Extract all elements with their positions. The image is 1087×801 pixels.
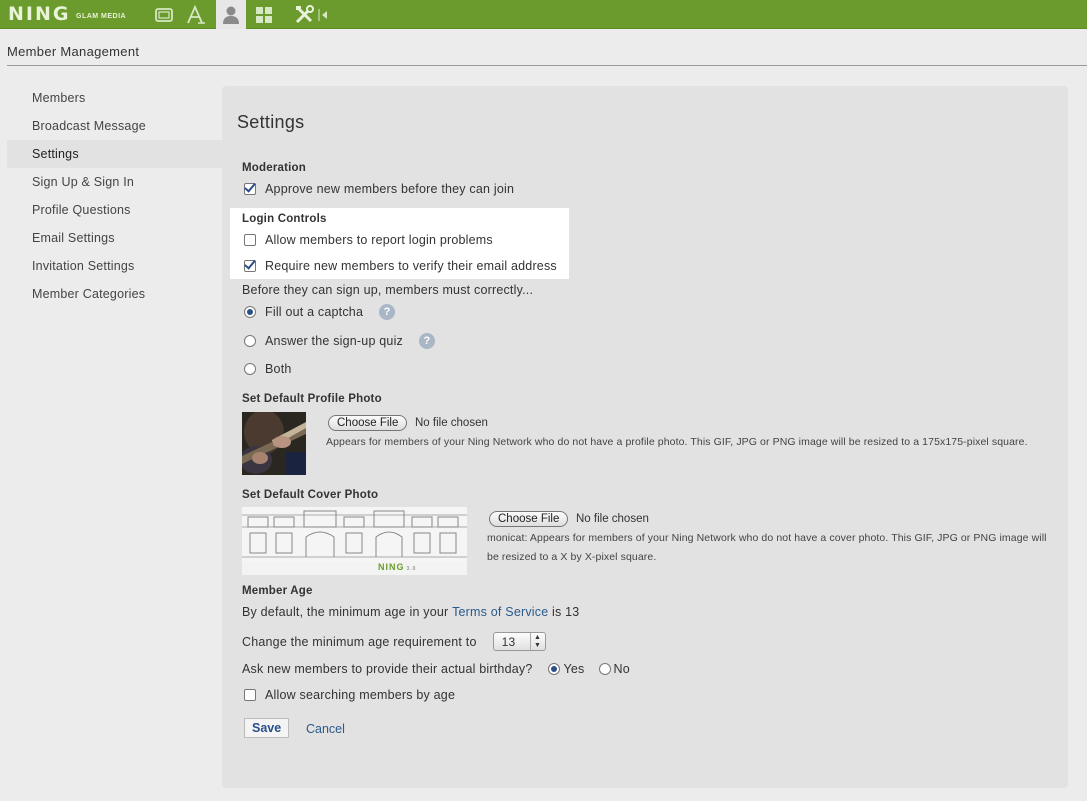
cover-photo-note-line1: monicat: Appears for members of your Nin… [487, 532, 1047, 544]
form-actions: Save [244, 718, 290, 738]
sidebar-item-broadcast-message[interactable]: Broadcast Message [7, 112, 222, 140]
cover-photo-label: Set Default Cover Photo [242, 489, 379, 501]
cover-photo-upload: Choose File No file chosen [489, 510, 649, 527]
collapse-icon[interactable] [316, 0, 330, 29]
profile-photo-note: Appears for members of your Ning Network… [326, 436, 1028, 448]
moderation-label: Moderation [242, 162, 306, 174]
member-age-label: Member Age [242, 585, 313, 597]
sidebar-item-sign-up-sign-in[interactable]: Sign Up & Sign In [7, 168, 222, 196]
profile-photo-label: Set Default Profile Photo [242, 393, 382, 405]
birthday-no-radio[interactable] [598, 663, 611, 675]
approve-members-row[interactable]: Approve new members before they can join [244, 182, 514, 196]
default-age-text: By default, the minimum age in your Term… [242, 605, 579, 619]
ning-watermark-version: 3.0 [406, 566, 417, 572]
settings-panel: Settings Moderation Approve new members … [222, 86, 1068, 788]
min-age-select[interactable]: 13 ▲ ▼ [492, 632, 546, 651]
select-arrows-icon: ▲ ▼ [529, 633, 545, 650]
terms-of-service-link[interactable]: Terms of Service [452, 605, 548, 619]
verify-email-checkbox[interactable] [244, 260, 256, 272]
sidebar-item-member-categories[interactable]: Member Categories [7, 280, 222, 308]
birthday-question: Ask new members to provide their actual … [242, 662, 533, 676]
ning-logo[interactable]: NING [8, 3, 70, 25]
sidebar-item-email-settings[interactable]: Email Settings [7, 224, 222, 252]
approve-members-label: Approve new members before they can join [265, 182, 515, 196]
verify-email-row[interactable]: Require new members to verify their emai… [244, 259, 557, 273]
approve-members-checkbox[interactable] [244, 183, 256, 195]
min-age-value: 13 [501, 634, 516, 649]
report-login-checkbox[interactable] [244, 234, 256, 246]
search-by-age-checkbox[interactable] [244, 689, 256, 701]
birthday-row: Ask new members to provide their actual … [242, 662, 630, 676]
verify-email-label: Require new members to verify their emai… [265, 259, 557, 273]
quiz-radio[interactable] [244, 335, 256, 347]
captcha-option-row[interactable]: Fill out a captcha ? [244, 304, 396, 320]
sidebar-item-members[interactable]: Members [7, 84, 222, 112]
cover-choose-file-button[interactable]: Choose File [489, 511, 569, 527]
captcha-label: Fill out a captcha [265, 305, 364, 319]
profile-photo-thumbnail [242, 412, 306, 475]
person-icon[interactable] [216, 0, 246, 29]
top-bar: NING GLAM MEDIA [0, 0, 1087, 29]
sidebar: Members Broadcast Message Settings Sign … [7, 84, 222, 308]
min-age-row: Change the minimum age requirement to 13… [242, 632, 546, 651]
default-age-suffix: is 13 [548, 605, 580, 619]
both-option-row[interactable]: Both [244, 362, 292, 376]
search-by-age-row[interactable]: Allow searching members by age [244, 688, 455, 702]
report-login-row[interactable]: Allow members to report login problems [244, 233, 493, 247]
login-controls-label: Login Controls [242, 213, 327, 225]
ning-watermark: NING [378, 562, 405, 572]
birthday-yes-label: Yes [563, 662, 585, 676]
cover-file-status: No file chosen [576, 513, 649, 525]
birthday-no-label: No [613, 662, 630, 676]
help-icon[interactable]: ? [419, 333, 436, 349]
both-radio[interactable] [244, 363, 256, 375]
sidebar-item-invitation-settings[interactable]: Invitation Settings [7, 252, 222, 280]
profile-photo-upload: Choose File No file chosen [328, 414, 488, 431]
tv-icon[interactable] [149, 0, 179, 29]
signup-intro-text: Before they can sign up, members must co… [242, 283, 534, 297]
profile-choose-file-button[interactable]: Choose File [328, 415, 408, 431]
page-title: Settings [237, 112, 305, 132]
cover-photo-note: monicat: Appears for members of your Nin… [487, 529, 1062, 567]
help-icon[interactable]: ? [379, 304, 396, 320]
default-age-prefix: By default, the minimum age in your [242, 605, 453, 619]
sidebar-item-settings[interactable]: Settings [7, 140, 222, 168]
grid-icon[interactable] [249, 0, 279, 29]
both-label: Both [265, 362, 292, 376]
cover-photo-thumbnail: NING 3.0 [242, 507, 467, 575]
quiz-option-row[interactable]: Answer the sign-up quiz ? [244, 333, 436, 349]
signup-intro: Before they can sign up, members must co… [242, 283, 533, 297]
header-divider [7, 65, 1087, 66]
cancel-link[interactable]: Cancel [306, 722, 345, 736]
cancel-wrap: Cancel [306, 721, 345, 736]
profile-file-status: No file chosen [415, 417, 488, 429]
cover-photo-note-line2: be resized to a X by X-pixel square. [487, 551, 657, 563]
birthday-yes-radio[interactable] [547, 663, 560, 675]
quiz-label: Answer the sign-up quiz [265, 334, 404, 348]
report-login-label: Allow members to report login problems [265, 233, 493, 247]
logo-subtitle: GLAM MEDIA [76, 13, 127, 20]
captcha-radio[interactable] [244, 306, 256, 318]
font-icon[interactable] [181, 0, 211, 29]
page-header: Member Management [7, 44, 140, 59]
sidebar-item-profile-questions[interactable]: Profile Questions [7, 196, 222, 224]
save-button[interactable]: Save [244, 718, 290, 738]
min-age-label: Change the minimum age requirement to [242, 634, 477, 649]
search-by-age-label: Allow searching members by age [265, 688, 456, 702]
